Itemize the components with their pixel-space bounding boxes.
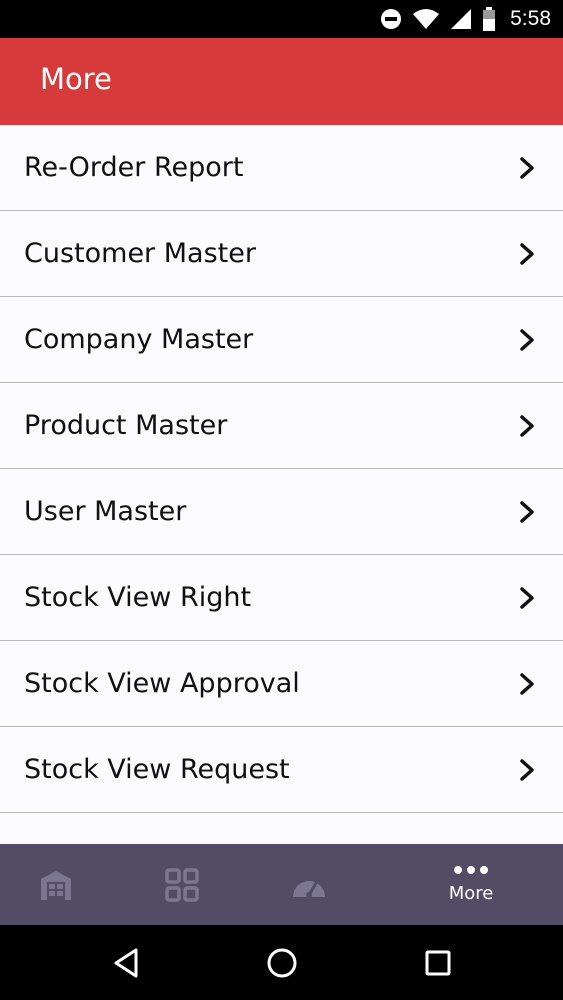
tab-warehouse[interactable]	[24, 844, 88, 925]
chevron-right-icon	[520, 587, 534, 609]
chevron-right-icon	[520, 501, 534, 523]
chevron-right-icon	[520, 157, 534, 179]
grid-icon	[165, 867, 199, 902]
home-button[interactable]	[252, 925, 312, 1000]
status-bar: 5:58	[0, 0, 563, 38]
wifi-icon	[412, 8, 440, 30]
dashboard-gauge-icon	[293, 880, 325, 898]
menu-item-label: Company Master	[24, 324, 254, 355]
menu-item-label: Customer Master	[24, 238, 256, 269]
tab-dashboard[interactable]	[277, 844, 341, 925]
status-time: 5:58	[510, 7, 551, 30]
menu-item-label: Stock View Request	[24, 754, 290, 785]
chevron-right-icon	[520, 329, 534, 351]
menu-item-label: Re-Order Report	[24, 152, 244, 183]
warehouse-icon	[41, 870, 71, 900]
menu-item-stock-view-approval[interactable]: Stock View Approval	[0, 641, 563, 727]
battery-icon	[482, 7, 496, 31]
system-nav-bar	[0, 925, 563, 1000]
home-icon	[267, 948, 297, 977]
status-icons: 5:58	[380, 0, 551, 38]
recents-button[interactable]	[408, 925, 468, 1000]
menu-item-reorder-report[interactable]: Re-Order Report	[0, 125, 563, 211]
menu-item-label: User Master	[24, 496, 187, 527]
tab-more-label: More	[448, 883, 494, 904]
app-bar: More	[0, 38, 563, 125]
tab-more[interactable]: More	[420, 844, 522, 925]
menu-item-company-master[interactable]: Company Master	[0, 297, 563, 383]
menu-item-stock-view-right[interactable]: Stock View Right	[0, 555, 563, 641]
do-not-disturb-icon	[380, 8, 402, 30]
signal-icon	[450, 8, 472, 30]
bottom-nav: More	[0, 844, 563, 925]
menu-item-product-master[interactable]: Product Master	[0, 383, 563, 469]
page-title: More	[40, 62, 112, 96]
chevron-right-icon	[520, 673, 534, 695]
menu-item-user-master[interactable]: User Master	[0, 469, 563, 555]
more-dots-icon	[454, 866, 488, 874]
menu-item-partial[interactable]	[0, 813, 563, 844]
chevron-right-icon	[520, 415, 534, 437]
chevron-right-icon	[520, 759, 534, 781]
menu-item-label: Product Master	[24, 410, 228, 441]
menu-list: Re-Order Report Customer Master Company …	[0, 125, 563, 844]
menu-item-label: Stock View Approval	[24, 668, 300, 699]
menu-item-stock-view-request[interactable]: Stock View Request	[0, 727, 563, 813]
menu-item-customer-master[interactable]: Customer Master	[0, 211, 563, 297]
back-button[interactable]	[96, 925, 156, 1000]
tab-grid[interactable]	[150, 844, 214, 925]
chevron-right-icon	[520, 243, 534, 265]
recents-icon	[425, 950, 451, 975]
back-icon	[114, 948, 138, 977]
menu-item-label: Stock View Right	[24, 582, 252, 613]
